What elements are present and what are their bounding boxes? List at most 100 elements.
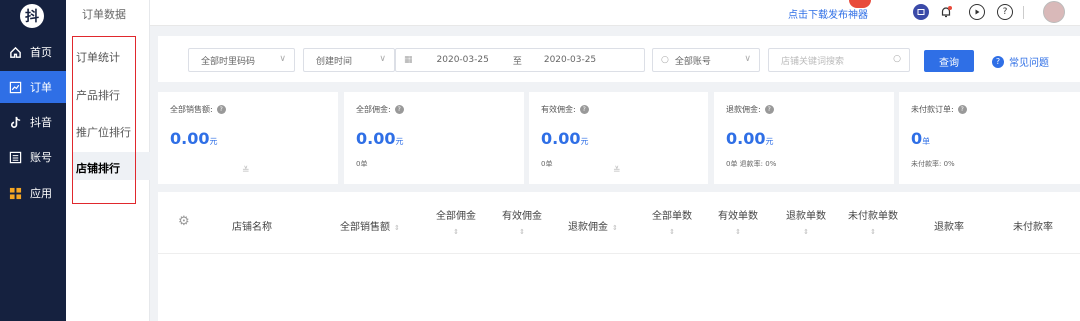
- shop-search-input[interactable]: 店铺关键词搜索 ○: [768, 48, 910, 72]
- stat-card-value: 0.00元: [356, 129, 404, 148]
- help-icon[interactable]: ?: [764, 105, 774, 114]
- message-icon[interactable]: [913, 4, 929, 20]
- home-icon: [8, 45, 22, 59]
- app-logo[interactable]: 抖: [20, 4, 44, 28]
- table-header: ⚙ 店铺名称 全部销售额 ⇕ 全部佣金 ⇕ 有效佣金 ⇕ 退款佣金 ⇕ 全部单数 ⇕ 有效…: [158, 192, 1080, 254]
- col-valid-commission[interactable]: 有效佣金 ⇕: [502, 207, 542, 236]
- pid-select-value: 全部时里码码: [201, 56, 256, 67]
- sub-nav-title: 订单数据: [82, 8, 126, 21]
- play-icon[interactable]: [969, 4, 985, 20]
- sort-icon: ⇕: [669, 228, 675, 236]
- chart-icon: [8, 80, 22, 94]
- col-refund-orders[interactable]: 退款单数 ⇕: [786, 207, 826, 236]
- stat-card-total-sales: 全部销售额:? 0.00元 ≚: [158, 92, 338, 184]
- col-refund-commission[interactable]: 退款佣金 ⇕: [568, 218, 618, 233]
- help-icon[interactable]: ?: [957, 105, 967, 114]
- nav-item-home[interactable]: 首页: [0, 36, 66, 68]
- sort-icon: ⇕: [803, 228, 809, 236]
- list-icon: [8, 150, 22, 164]
- shop-search-placeholder: 店铺关键词搜索: [781, 56, 845, 67]
- sub-nav-item-promo-rank[interactable]: 推广位排行: [76, 124, 131, 140]
- faq-link[interactable]: ? 常见问题: [992, 54, 1049, 69]
- col-unpaid-orders[interactable]: 未付款单数 ⇕: [848, 207, 898, 236]
- col-total-commission[interactable]: 全部佣金 ⇕: [436, 207, 476, 236]
- chevron-down-icon: ∨: [379, 54, 386, 64]
- bell-icon[interactable]: [938, 4, 954, 20]
- help-icon[interactable]: ?: [997, 4, 1013, 20]
- stat-card-sub: 0单: [356, 160, 368, 168]
- pid-select[interactable]: 全部时里码码 ∨: [188, 48, 295, 72]
- sort-icon: ⇕: [735, 228, 741, 236]
- account-select-value: 全部账号: [674, 56, 711, 67]
- avatar[interactable]: [1043, 1, 1065, 23]
- stat-card-value: 0.00元: [170, 129, 218, 148]
- stat-card-title: 全部佣金:?: [356, 104, 404, 115]
- left-nav: 抖 首页 订单 抖音 账号 应用: [0, 0, 66, 321]
- nav-item-label: 账号: [30, 151, 52, 164]
- chevron-down-icon: ∨: [279, 54, 286, 64]
- col-total-orders[interactable]: 全部单数 ⇕: [652, 207, 692, 236]
- chevron-down-icon[interactable]: ≚: [242, 166, 250, 176]
- col-total-sales[interactable]: 全部销售额 ⇕: [340, 218, 400, 233]
- help-icon[interactable]: ?: [216, 105, 226, 114]
- help-icon[interactable]: ?: [394, 105, 404, 114]
- time-type-select[interactable]: 创建时间 ∨: [303, 48, 395, 72]
- time-type-value: 创建时间: [316, 56, 353, 67]
- nav-item-orders[interactable]: 订单: [0, 71, 66, 103]
- sub-nav-item-shop-rank[interactable]: 店铺排行: [76, 160, 120, 176]
- date-range-picker[interactable]: ▦ 2020-03-25 至 2020-03-25: [395, 48, 645, 72]
- app-root: 抖 首页 订单 抖音 账号 应用 订单数据 订单统计 产品排行 推广位排行 店铺…: [0, 0, 1080, 321]
- sort-icon: ⇕: [394, 224, 400, 232]
- sort-icon: ⇕: [519, 228, 525, 236]
- stat-card-total-commission: 全部佣金:? 0.00元 0单: [344, 92, 524, 184]
- sub-nav-header: 订单数据: [66, 0, 150, 26]
- sort-icon: ⇕: [612, 224, 618, 232]
- stat-card-title: 有效佣金:?: [541, 104, 589, 115]
- nav-item-label: 首页: [30, 46, 52, 59]
- search-icon: ○: [661, 55, 669, 65]
- stat-card-title: 退款佣金:?: [726, 104, 774, 115]
- faq-label: 常见问题: [1009, 58, 1049, 69]
- chevron-down-icon: ∨: [744, 54, 751, 64]
- stat-card-value: 0.00元: [541, 129, 589, 148]
- query-button[interactable]: 查询: [924, 50, 974, 72]
- nav-item-apps[interactable]: 应用: [0, 177, 66, 209]
- stat-card-sub: 0单 退款率: 0%: [726, 160, 777, 168]
- nav-item-label: 订单: [30, 81, 52, 94]
- search-icon: ○: [893, 54, 901, 64]
- sort-icon: ⇕: [453, 228, 459, 236]
- stat-card-value: 0.00元: [726, 129, 774, 148]
- nav-item-label: 应用: [30, 187, 52, 200]
- sub-nav-item-product-rank[interactable]: 产品排行: [76, 87, 120, 103]
- help-icon[interactable]: ?: [579, 105, 589, 114]
- stat-card-sub: 0单: [541, 160, 553, 168]
- stat-card-sub: 未付款率: 0%: [911, 160, 955, 168]
- divider: [1023, 6, 1024, 19]
- stat-card-value: 0单: [911, 129, 931, 148]
- nav-item-accounts[interactable]: 账号: [0, 141, 66, 173]
- top-bar: 点击下载发布神器 ?: [150, 0, 1080, 26]
- account-select[interactable]: ○ 全部账号 ∨: [652, 48, 760, 72]
- sub-nav-item-order-stats[interactable]: 订单统计: [76, 49, 120, 65]
- download-promo-link[interactable]: 点击下载发布神器: [788, 6, 868, 21]
- col-unpaid-rate: 未付款率: [1013, 222, 1053, 233]
- nav-item-douyin[interactable]: 抖音: [0, 106, 66, 138]
- calendar-icon: ▦: [404, 55, 413, 65]
- gear-icon[interactable]: ⚙: [178, 214, 190, 229]
- nav-item-label: 抖音: [30, 116, 52, 129]
- col-valid-orders[interactable]: 有效单数 ⇕: [718, 207, 758, 236]
- stat-card-valid-commission: 有效佣金:? 0.00元 0单 ≚: [529, 92, 708, 184]
- col-refund-rate: 退款率: [934, 222, 964, 233]
- question-icon: ?: [992, 55, 1004, 68]
- stat-card-unpaid-orders: 未付款订单:? 0单 未付款率: 0%: [899, 92, 1080, 184]
- date-separator: 至: [512, 56, 522, 67]
- stat-card-refund-commission: 退款佣金:? 0.00元 0单 退款率: 0%: [714, 92, 894, 184]
- filter-bar: 全部时里码码 ∨ 创建时间 ∨ ▦ 2020-03-25 至 2020-03-2…: [158, 36, 1080, 82]
- tiktok-icon: [8, 115, 22, 129]
- sort-icon: ⇕: [870, 228, 876, 236]
- date-to: 2020-03-25: [543, 55, 597, 65]
- stat-card-title: 未付款订单:?: [911, 104, 967, 115]
- shop-rank-table: ⚙ 店铺名称 全部销售额 ⇕ 全部佣金 ⇕ 有效佣金 ⇕ 退款佣金 ⇕ 全部单数 ⇕ 有效…: [158, 192, 1080, 321]
- chevron-down-icon[interactable]: ≚: [613, 166, 621, 176]
- apps-icon: [8, 186, 22, 200]
